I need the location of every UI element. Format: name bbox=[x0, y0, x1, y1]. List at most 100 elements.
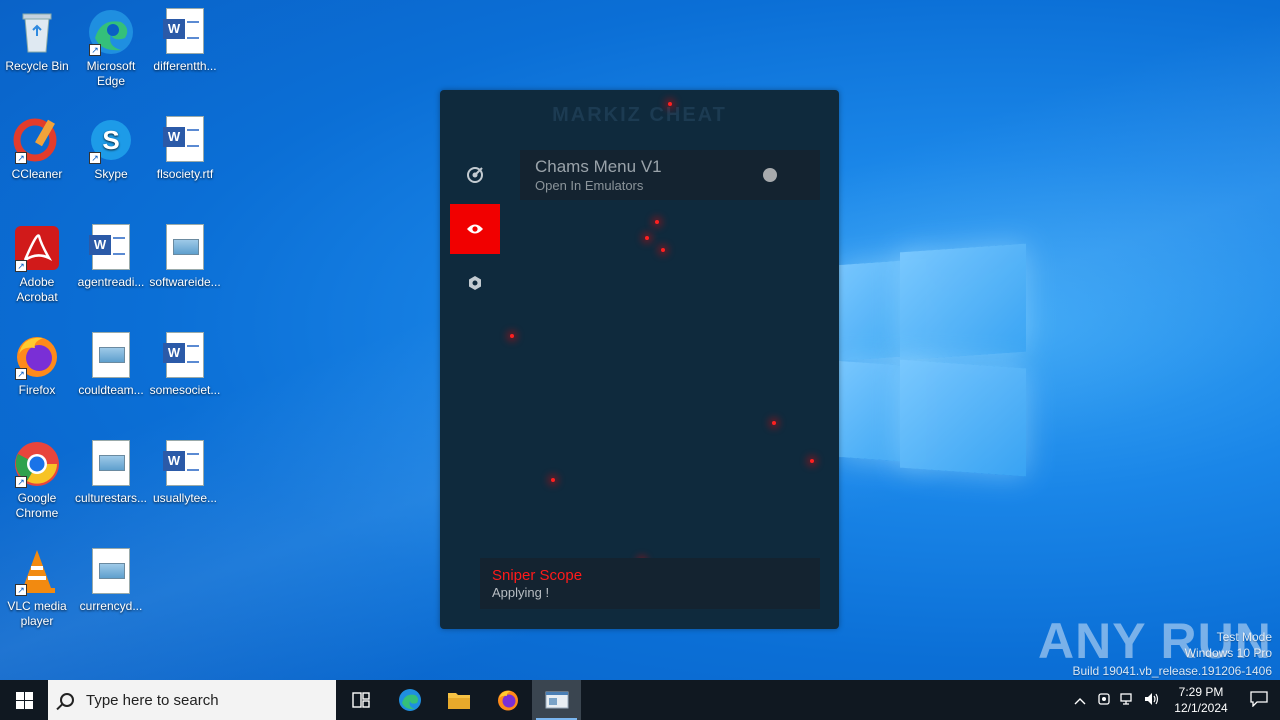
volume-icon[interactable] bbox=[1140, 692, 1164, 709]
recycle-bin-icon bbox=[13, 8, 61, 56]
desktop-icon-label: Skype bbox=[94, 167, 128, 181]
tray-chevron-up-icon[interactable] bbox=[1068, 693, 1092, 708]
particle bbox=[810, 459, 814, 463]
desktop-icon-flsociety[interactable]: W flsociety.rtf bbox=[147, 116, 223, 182]
taskbar-edge-button[interactable] bbox=[385, 680, 434, 720]
desktop-icon-label: Google Chrome bbox=[15, 491, 59, 520]
desktop-icon-label: Microsoft Edge bbox=[86, 59, 136, 88]
network-icon[interactable] bbox=[1116, 692, 1140, 709]
desktop-icon-couldteam[interactable]: couldteam... bbox=[73, 332, 149, 398]
particle bbox=[645, 236, 649, 240]
edge-icon: ↗ bbox=[87, 8, 135, 56]
taskbar-search-box[interactable]: Type here to search bbox=[48, 680, 336, 720]
windows-start-icon bbox=[15, 691, 33, 709]
module-description: Open In Emulators bbox=[535, 178, 644, 193]
toggle-knob bbox=[763, 168, 777, 182]
vlc-icon: ↗ bbox=[13, 548, 61, 596]
os-edition-label: Windows 10 Pro bbox=[1184, 646, 1272, 660]
desktop-icon-vlc[interactable]: ↗ VLC media player bbox=[0, 548, 75, 629]
taskbar-clock[interactable]: 7:29 PM 12/1/2024 bbox=[1164, 684, 1238, 716]
notification-icon bbox=[1250, 690, 1268, 708]
clock-date: 12/1/2024 bbox=[1174, 701, 1228, 715]
word-document-icon: W bbox=[161, 116, 209, 164]
word-document-icon: W bbox=[161, 332, 209, 380]
module-name: Chams Menu V1 bbox=[535, 157, 662, 176]
desktop-icon-label: couldteam... bbox=[78, 383, 144, 397]
skype-icon: S ↗ bbox=[87, 116, 135, 164]
desktop-icon-adobe-acrobat[interactable]: ↗ Adobe Acrobat bbox=[0, 224, 75, 305]
gear-icon bbox=[469, 276, 481, 290]
desktop-icon-google-chrome[interactable]: ↗ Google Chrome bbox=[0, 440, 75, 521]
particle bbox=[772, 421, 776, 425]
desktop-icon-label: usuallytee... bbox=[152, 491, 218, 505]
particle bbox=[551, 478, 555, 482]
desktop-icon-label: agentreadi... bbox=[77, 275, 145, 289]
svg-text:S: S bbox=[102, 125, 119, 155]
desktop-icon-label: culturestars... bbox=[74, 491, 148, 505]
file-explorer-icon bbox=[447, 693, 470, 709]
chrome-icon: ↗ bbox=[13, 440, 61, 488]
image-file-icon bbox=[87, 332, 135, 380]
taskbar-firefox-button[interactable] bbox=[483, 680, 532, 720]
particle bbox=[668, 102, 672, 106]
firefox-icon: ↗ bbox=[13, 332, 61, 380]
desktop-icon-ccleaner[interactable]: ↗ CCleaner bbox=[0, 116, 75, 182]
desktop-icon-somesociet[interactable]: W somesociet... bbox=[147, 332, 223, 398]
edge-icon bbox=[398, 689, 421, 711]
word-document-icon: W bbox=[87, 224, 135, 272]
system-tray: 7:29 PM 12/1/2024 bbox=[1068, 680, 1280, 720]
taskbar-file-explorer-button[interactable] bbox=[434, 680, 483, 720]
word-document-icon: W bbox=[161, 8, 209, 56]
cheat-title: MARKIZ CHEAT bbox=[552, 104, 727, 126]
desktop-icon-edge[interactable]: ↗ Microsoft Edge bbox=[73, 8, 149, 89]
sidebar-visuals-button[interactable] bbox=[450, 204, 500, 254]
cheat-window[interactable]: MARKIZ CHEAT Chams Menu V1 Open In Emula… bbox=[440, 90, 839, 629]
notification-toast: Sniper Scope Applying ! bbox=[480, 558, 820, 609]
desktop-icon-currencyd[interactable]: currencyd... bbox=[73, 548, 149, 614]
desktop-icon-label: VLC media player bbox=[7, 599, 67, 628]
particle bbox=[510, 334, 514, 338]
image-file-icon bbox=[161, 224, 209, 272]
acrobat-icon: ↗ bbox=[13, 224, 61, 272]
image-file-icon bbox=[87, 548, 135, 596]
notification-title: Sniper Scope bbox=[492, 567, 583, 584]
taskbar-cheat-app-button[interactable] bbox=[532, 680, 581, 720]
tray-app-icon[interactable] bbox=[1092, 692, 1116, 709]
task-view-button[interactable] bbox=[336, 680, 385, 720]
desktop-icon-skype[interactable]: S ↗ Skype bbox=[73, 116, 149, 182]
desktop-icon-label: Recycle Bin bbox=[5, 59, 69, 73]
desktop-icon-firefox[interactable]: ↗ Firefox bbox=[0, 332, 75, 398]
windows-logo-wallpaper bbox=[838, 240, 1030, 480]
desktop-icon-usuallytee[interactable]: W usuallytee... bbox=[147, 440, 223, 506]
word-document-icon: W bbox=[161, 440, 209, 488]
notification-center-button[interactable] bbox=[1238, 690, 1280, 710]
notification-status: Applying ! bbox=[492, 585, 550, 600]
cheat-app-icon bbox=[545, 691, 568, 709]
particle bbox=[661, 248, 665, 252]
eye-icon bbox=[467, 224, 483, 234]
image-file-icon bbox=[87, 440, 135, 488]
desktop-icon-culturestars[interactable]: culturestars... bbox=[73, 440, 149, 506]
firefox-icon bbox=[497, 690, 518, 711]
search-icon bbox=[60, 693, 74, 707]
aim-icon bbox=[467, 167, 483, 183]
desktop-icon-differentth[interactable]: W differentth... bbox=[147, 8, 223, 74]
desktop-icon-softwareide[interactable]: softwareide... bbox=[147, 224, 223, 290]
desktop-icon-agentreadi[interactable]: W agentreadi... bbox=[73, 224, 149, 290]
taskbar: Type here to search 7:29 PM 12/1/2024 bbox=[0, 680, 1280, 720]
desktop-icon-label: somesociet... bbox=[149, 383, 221, 397]
particle bbox=[655, 220, 659, 224]
desktop-icon-label: Adobe Acrobat bbox=[16, 275, 58, 304]
module-toggle[interactable] bbox=[757, 167, 801, 183]
desktop-icon-recycle-bin[interactable]: Recycle Bin bbox=[0, 8, 75, 74]
sidebar-aim-button[interactable] bbox=[450, 150, 500, 200]
start-button[interactable] bbox=[0, 680, 48, 720]
ccleaner-icon: ↗ bbox=[13, 116, 61, 164]
os-build-label: Build 19041.vb_release.191206-1406 bbox=[1072, 664, 1273, 678]
sidebar-settings-button[interactable] bbox=[450, 258, 500, 308]
test-mode-label: Test Mode bbox=[1216, 630, 1272, 644]
search-placeholder: Type here to search bbox=[86, 691, 219, 709]
desktop-icon-label: currencyd... bbox=[79, 599, 143, 613]
module-chams-menu: Chams Menu V1 Open In Emulators bbox=[520, 150, 820, 200]
desktop-icon-label: flsociety.rtf bbox=[156, 167, 214, 181]
